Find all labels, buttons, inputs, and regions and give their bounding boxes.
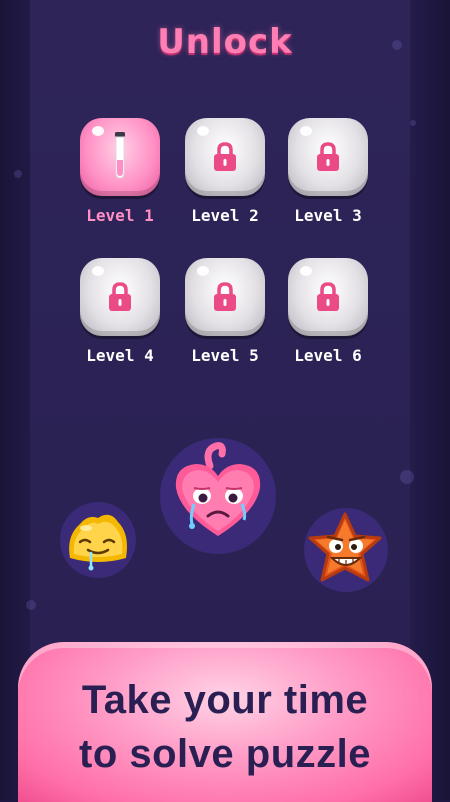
page-title: Unlock	[157, 22, 293, 62]
level-1-button[interactable]	[80, 118, 160, 196]
lock-icon	[317, 142, 339, 171]
lock-icon	[317, 282, 339, 311]
level-6-label: Level 6	[294, 346, 362, 365]
test-tube-icon	[115, 132, 125, 179]
level-3-label: Level 3	[294, 206, 362, 225]
level-5-label: Level 5	[191, 346, 259, 365]
promo-banner: Take your time to solve puzzle	[18, 642, 432, 802]
level-5-button[interactable]	[185, 258, 265, 336]
pink-heart-character	[160, 438, 276, 554]
orange-star-character	[304, 508, 388, 592]
lock-icon	[109, 282, 131, 311]
level-3-button[interactable]	[288, 118, 368, 196]
level-6-button[interactable]	[288, 258, 368, 336]
level-1-label: Level 1	[86, 206, 154, 225]
level-2-button[interactable]	[185, 118, 265, 196]
banner-line-2: to solve puzzle	[79, 732, 371, 776]
yellow-jelly-character	[60, 502, 136, 578]
level-2-label: Level 2	[191, 206, 259, 225]
bokeh-dot	[14, 170, 22, 178]
level-4-button[interactable]	[80, 258, 160, 336]
banner-line-1: Take your time	[81, 678, 369, 722]
lock-icon	[214, 282, 236, 311]
bokeh-dot	[26, 600, 36, 610]
lock-icon	[214, 142, 236, 171]
bokeh-dot	[410, 120, 416, 126]
level-4-label: Level 4	[86, 346, 154, 365]
bokeh-dot	[400, 470, 414, 484]
